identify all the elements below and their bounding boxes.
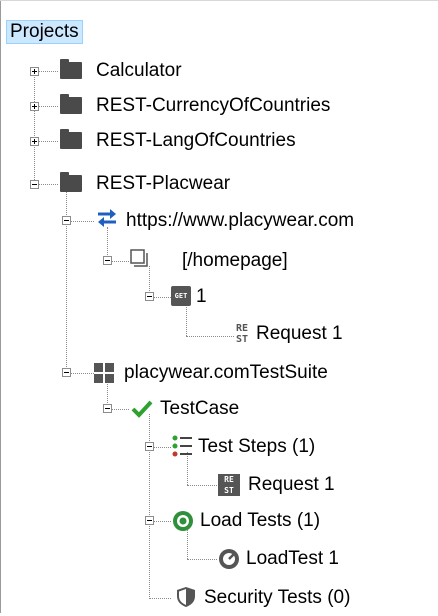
minus-box-icon[interactable]: [103, 256, 112, 265]
project-label: REST-LangOfCountries: [96, 130, 296, 151]
tree-root-label: Projects: [6, 20, 83, 44]
test-steps-label: Test Steps (1): [198, 436, 316, 457]
rest-badge-bottom: ST: [224, 486, 234, 495]
plus-box-icon[interactable]: [30, 102, 39, 111]
tree-item-project[interactable]: REST-Placwear: [94, 166, 232, 202]
tree-item-project[interactable]: Calculator: [94, 53, 184, 89]
project-tree: Projects Calculator REST-CurrencyOfCount…: [0, 0, 438, 613]
test-suite-grid-icon: [94, 363, 114, 383]
minus-box-icon[interactable]: [145, 442, 154, 451]
resource-page-icon: [130, 249, 150, 269]
folder-icon: [60, 129, 82, 149]
tree-item-security-tests[interactable]: Security Tests (0): [202, 580, 352, 616]
minus-box-icon[interactable]: [30, 180, 39, 189]
tree-item-suite[interactable]: placywear.comTestSuite: [122, 355, 330, 391]
load-test-label: LoadTest 1: [246, 548, 339, 569]
tree-connector: [186, 336, 234, 337]
tree-item-request[interactable]: Request 1: [254, 316, 345, 352]
checkmark-icon: [131, 399, 153, 419]
rest-request-icon: RE ST: [218, 474, 240, 496]
tree-connector: [187, 485, 217, 486]
gauge-icon: [218, 548, 240, 570]
tree-item-project[interactable]: REST-CurrencyOfCountries: [94, 88, 332, 124]
method-label: 1: [196, 286, 207, 307]
tree-connector: [149, 598, 171, 599]
security-tests-label: Security Tests (0): [204, 587, 351, 608]
plus-box-icon[interactable]: [30, 67, 39, 76]
rest-badge-top: RE: [235, 323, 249, 334]
list-steps-icon: [172, 435, 192, 457]
load-tests-label: Load Tests (1): [200, 510, 321, 531]
plus-box-icon[interactable]: [30, 137, 39, 146]
tree-item-project[interactable]: REST-LangOfCountries: [94, 123, 298, 159]
minus-box-icon[interactable]: [62, 368, 71, 377]
tree-connector: [186, 302, 187, 336]
minus-box-icon[interactable]: [145, 292, 154, 301]
testcase-label: TestCase: [160, 398, 240, 419]
request-label: Request 1: [256, 323, 343, 344]
folder-icon: [60, 172, 82, 192]
folder-icon: [60, 94, 82, 114]
rest-request-icon: RE ST: [232, 323, 252, 347]
tree-item-test-steps[interactable]: Test Steps (1): [196, 429, 317, 465]
project-label: REST-CurrencyOfCountries: [96, 95, 331, 116]
rest-badge-bottom: ST: [235, 334, 249, 345]
tree-connector: [187, 559, 217, 560]
arrows-exchange-icon: [96, 208, 118, 228]
project-label: Calculator: [96, 60, 182, 81]
tree-item-load-test[interactable]: LoadTest 1: [244, 541, 341, 577]
tree-item-method[interactable]: 1: [194, 279, 209, 315]
service-label: https://www.placywear.com: [126, 210, 355, 231]
tree-item-testcase[interactable]: TestCase: [158, 391, 241, 427]
gauge-icon: [172, 510, 194, 532]
folder-icon: [60, 59, 82, 79]
tree-item-step-request[interactable]: Request 1: [246, 467, 337, 503]
get-method-icon: GET: [171, 286, 191, 306]
minus-box-icon[interactable]: [103, 404, 112, 413]
project-label: REST-Placwear: [96, 173, 231, 194]
tree-item-load-tests[interactable]: Load Tests (1): [198, 503, 322, 539]
minus-box-icon[interactable]: [145, 516, 154, 525]
resource-label: [/homepage]: [182, 250, 288, 271]
minus-box-icon[interactable]: [62, 216, 71, 225]
tree-connector: [34, 72, 35, 184]
tree-root-projects[interactable]: Projects: [6, 14, 83, 50]
shield-icon: [176, 586, 196, 608]
suite-label: placywear.comTestSuite: [124, 362, 328, 383]
step-request-label: Request 1: [248, 474, 335, 495]
tree-item-resource[interactable]: [/homepage]: [180, 243, 290, 279]
tree-item-service[interactable]: https://www.placywear.com: [124, 203, 356, 239]
rest-badge-top: RE: [224, 475, 234, 484]
